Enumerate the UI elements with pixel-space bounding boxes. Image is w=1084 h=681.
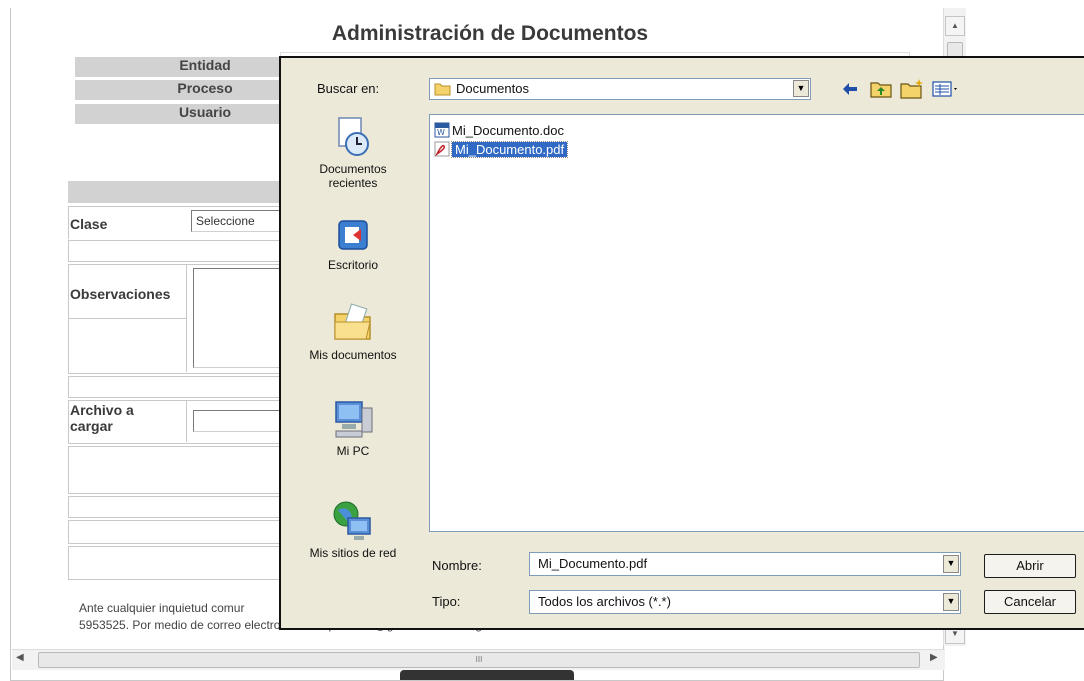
lookin-combo[interactable]: Documentos ▼ [429, 78, 811, 100]
scroll-thumb-horizontal[interactable]: III [38, 652, 920, 668]
divider [186, 264, 187, 372]
divider [68, 318, 186, 319]
spacer-row [68, 376, 300, 398]
filename-label: Nombre: [432, 558, 482, 573]
page-title: Administración de Documentos [331, 22, 649, 45]
spacer-row [68, 520, 300, 544]
cancel-button[interactable]: Cancelar [984, 590, 1076, 614]
observaciones-textarea[interactable] [193, 268, 293, 368]
lookin-label: Buscar en: [317, 81, 380, 96]
file-item-selected[interactable]: Mi_Documento.pdf [434, 140, 569, 158]
divider [186, 400, 187, 442]
page-horizontal-scrollbar[interactable]: ◀ III ▶ [12, 649, 945, 670]
clase-select[interactable]: Seleccione [191, 210, 291, 232]
file-name: Mi_Documento.doc [452, 122, 564, 138]
view-menu-icon[interactable] [931, 78, 961, 100]
spacer-row [68, 240, 300, 262]
network-places-icon [333, 501, 371, 540]
new-folder-icon[interactable] [899, 78, 925, 100]
observaciones-label: Observaciones [70, 286, 171, 302]
place-my-computer[interactable]: Mi PC [297, 396, 409, 458]
word-document-icon: W [434, 122, 450, 138]
scroll-left-icon[interactable]: ◀ [16, 652, 24, 663]
open-button[interactable]: Abrir [984, 554, 1076, 578]
filename-combo[interactable]: Mi_Documento.pdf ▼ [529, 552, 961, 576]
desktop-icon [338, 220, 368, 250]
place-label: Documentos recientes [319, 162, 387, 190]
my-computer-icon [335, 401, 373, 438]
folder-icon [434, 83, 451, 96]
scroll-right-icon[interactable]: ▶ [930, 652, 938, 663]
archivo-label: Archivo a cargar [70, 402, 134, 434]
recent-documents-icon [338, 117, 369, 156]
place-network[interactable]: Mis sitios de red [297, 498, 409, 560]
spacer-row [68, 446, 300, 494]
my-documents-icon [334, 303, 371, 340]
place-label: Mi PC [336, 444, 370, 458]
open-file-dialog: Buscar en: Documentos ▼ Documentos recie… [279, 56, 1084, 630]
pdf-document-icon [434, 141, 450, 157]
lookin-value: Documentos [456, 81, 529, 96]
filetype-combo[interactable]: Todos los archivos (*.*) ▼ [529, 590, 961, 614]
place-label: Escritorio [327, 258, 378, 272]
form-header-bar [68, 181, 298, 203]
footer-text: Ante cualquier inquietud comur [79, 601, 245, 615]
spacer-row [68, 546, 300, 580]
file-item[interactable]: W Mi_Documento.doc [434, 121, 564, 139]
back-arrow-icon[interactable] [839, 78, 861, 100]
place-label: Mis sitios de red [309, 546, 397, 560]
chevron-down-icon[interactable]: ▼ [793, 80, 809, 97]
places-bar: Documentos recientes Escritorio Mis docu… [297, 114, 409, 566]
clase-label: Clase [70, 216, 108, 232]
place-my-documents[interactable]: Mis documentos [297, 300, 409, 362]
file-list[interactable]: W Mi_Documento.doc Mi_Documento.pdf [429, 114, 1084, 532]
chevron-down-icon[interactable]: ▼ [943, 593, 959, 611]
up-folder-icon[interactable] [869, 78, 893, 100]
svg-text:W: W [437, 128, 445, 137]
filetype-value: Todos los archivos (*.*) [538, 594, 671, 609]
filetype-label: Tipo: [432, 594, 461, 609]
filename-value: Mi_Documento.pdf [538, 556, 648, 571]
bottom-tab [400, 670, 574, 680]
chevron-down-icon[interactable]: ▼ [943, 555, 959, 573]
file-name: Mi_Documento.pdf [450, 140, 569, 158]
archivo-input[interactable] [193, 410, 293, 432]
spacer-row [68, 496, 300, 518]
place-desktop[interactable]: Escritorio [297, 216, 409, 272]
place-recent-documents[interactable]: Documentos recientes [297, 114, 409, 190]
scroll-up-icon[interactable]: ▲ [945, 16, 965, 36]
place-label: Mis documentos [309, 348, 397, 362]
